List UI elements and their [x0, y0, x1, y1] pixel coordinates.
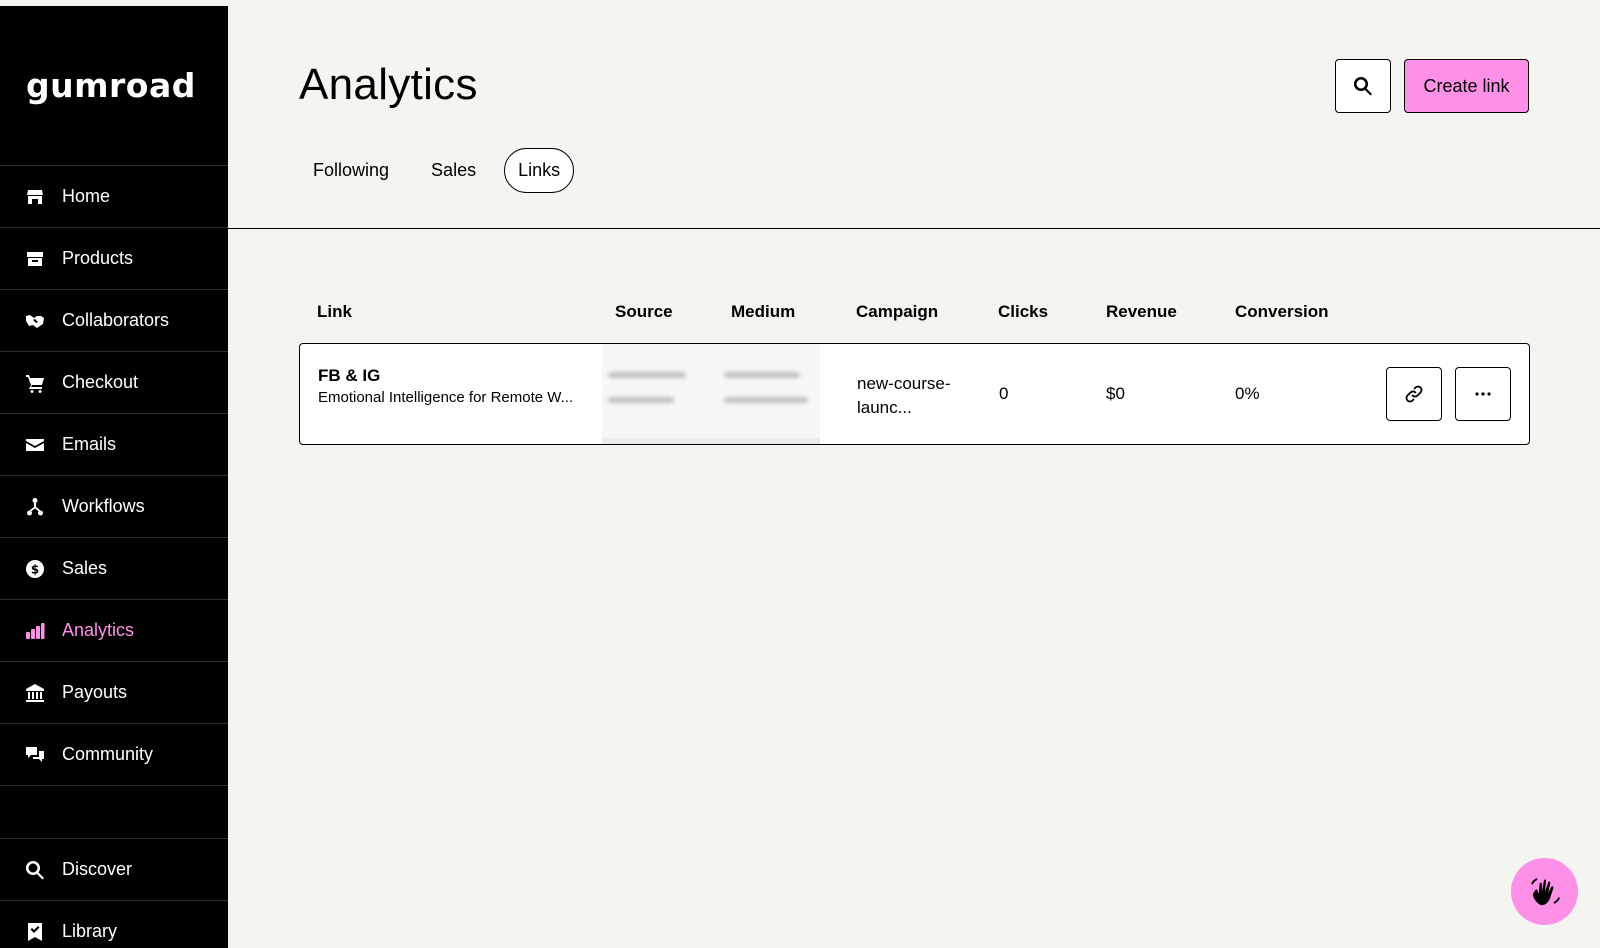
sidebar-item-sales[interactable]: $ Sales: [0, 538, 228, 600]
help-button[interactable]: [1511, 858, 1578, 925]
sidebar-item-label: Community: [62, 744, 154, 764]
link-title: FB & IG: [318, 366, 381, 385]
sidebar-item-workflows[interactable]: Workflows: [0, 476, 228, 538]
tab-links[interactable]: Links: [504, 148, 575, 193]
redacted-text: [608, 372, 686, 378]
column-header-link[interactable]: Link: [317, 302, 352, 322]
bank-icon: [25, 683, 45, 703]
sidebar-item-emails[interactable]: Emails: [0, 414, 228, 476]
logo-text: gumroad: [26, 66, 196, 105]
tab-following[interactable]: Following: [299, 148, 403, 193]
logo[interactable]: gumroad: [0, 6, 228, 166]
redacted-text: [608, 397, 674, 403]
sidebar: gumroad Home Products Collaborators Chec…: [0, 6, 228, 948]
search-icon: [25, 860, 45, 880]
sidebar-item-home[interactable]: Home: [0, 166, 228, 228]
revenue-cell: $0: [1106, 384, 1125, 403]
clicks-cell: 0: [999, 384, 1009, 403]
column-header-source[interactable]: Source: [615, 302, 673, 322]
copy-link-button[interactable]: [1386, 367, 1442, 421]
tab-sales[interactable]: Sales: [417, 148, 490, 193]
sidebar-item-community[interactable]: Community: [0, 724, 228, 786]
more-horizontal-icon: [1475, 392, 1491, 396]
table-row[interactable]: FB & IG Emotional Intelligence for Remot…: [299, 343, 1530, 445]
search-button[interactable]: [1335, 59, 1391, 113]
bookmark-icon: [25, 922, 45, 942]
table-header: Link Source Medium Campaign Clicks Reven…: [0, 302, 1600, 326]
sidebar-item-library[interactable]: Library: [0, 901, 228, 948]
column-header-clicks[interactable]: Clicks: [998, 302, 1048, 322]
cart-icon: [25, 373, 45, 393]
sidebar-item-products[interactable]: Products: [0, 228, 228, 290]
sidebar-item-label: Sales: [62, 558, 108, 578]
sidebar-item-label: Home: [62, 186, 111, 206]
link-product: Emotional Intelligence for Remote W...: [318, 389, 574, 406]
store-icon: [25, 187, 45, 207]
sidebar-item-analytics[interactable]: Analytics: [0, 600, 228, 662]
sidebar-item-checkout[interactable]: Checkout: [0, 352, 228, 414]
column-header-revenue[interactable]: Revenue: [1106, 302, 1177, 322]
conversion-cell: 0%: [1235, 384, 1260, 403]
hand-wave-icon: [1530, 877, 1560, 905]
dollar-circle-icon: $: [25, 559, 45, 579]
column-header-campaign[interactable]: Campaign: [856, 302, 938, 322]
sidebar-item-label: Discover: [62, 859, 133, 879]
svg-text:$: $: [31, 562, 39, 576]
chat-bubbles-icon: [25, 745, 45, 765]
sidebar-spacer: [0, 786, 228, 839]
sidebar-item-label: Products: [62, 248, 134, 268]
redacted-text: [724, 397, 808, 403]
redacted-text: [724, 372, 800, 378]
create-link-button[interactable]: Create link: [1404, 59, 1529, 113]
sidebar-item-discover[interactable]: Discover: [0, 839, 228, 901]
link-icon: [1405, 385, 1423, 403]
redacted-source-medium: [602, 344, 820, 444]
sidebar-item-label: Library: [62, 921, 118, 941]
page-title: Analytics: [299, 60, 478, 109]
sidebar-item-label: Emails: [62, 434, 117, 454]
envelope-icon: [25, 435, 45, 455]
bar-chart-icon: [25, 621, 45, 641]
sidebar-item-payouts[interactable]: Payouts: [0, 662, 228, 724]
column-header-conversion[interactable]: Conversion: [1235, 302, 1329, 322]
more-actions-button[interactable]: [1455, 367, 1511, 421]
sidebar-item-label: Checkout: [62, 372, 139, 392]
column-header-medium[interactable]: Medium: [731, 302, 795, 322]
campaign-cell: new-course-launc...: [857, 374, 951, 417]
sidebar-item-label: Analytics: [62, 620, 135, 640]
sidebar-item-label: Workflows: [62, 496, 145, 516]
page-header: Analytics Following Sales Links Create l…: [228, 0, 1600, 229]
tab-bar: Following Sales Links: [299, 148, 575, 193]
sidebar-item-label: Payouts: [62, 682, 128, 702]
workflow-icon: [25, 497, 45, 517]
search-icon: [1354, 77, 1372, 96]
archive-icon: [25, 249, 45, 269]
